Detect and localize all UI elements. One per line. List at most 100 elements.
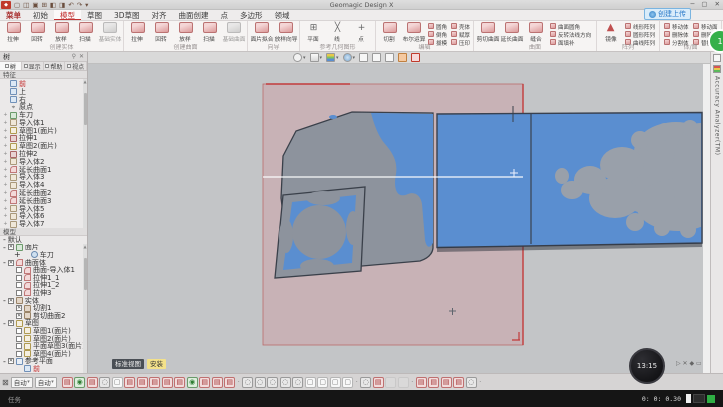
pencil-edit-icon[interactable] [124,377,135,388]
expander-icon[interactable]: + [3,198,8,204]
expander-icon[interactable]: - [3,319,6,328]
separator[interactable] [355,377,359,388]
ribbon-button[interactable]: 布尔运算 [402,22,425,43]
tree-scrollbar[interactable]: ▲ [83,79,87,228]
expander-icon[interactable]: + [3,221,8,227]
expander-icon[interactable]: + [3,213,8,219]
shading-mode-icon[interactable] [62,377,73,388]
brush-paint-icon[interactable] [137,377,148,388]
visibility-checkbox[interactable] [16,282,22,288]
mirror-button[interactable]: ▲镜像 [599,22,622,43]
visibility-checkbox[interactable] [8,358,14,364]
expander-icon[interactable]: + [3,128,8,134]
ribbon-button[interactable]: 回转 [26,22,49,43]
ribbon-button[interactable]: 放样 [50,22,73,43]
ribbon-button[interactable]: ╳线 [326,22,349,43]
zoom-area-icon[interactable] [280,377,291,388]
circle-select-icon[interactable] [466,377,477,388]
ribbon-tab[interactable]: 3D草图 [108,10,146,20]
visibility-checkbox[interactable] [16,351,22,357]
render-mode-icon[interactable] [293,53,302,62]
ribbon-tab[interactable]: 模型 [54,10,81,20]
recording-time-bubble[interactable]: 13:15 [629,348,665,384]
visibility-checkbox[interactable] [8,298,14,304]
cleanup-tool-icon[interactable] [162,377,173,388]
recorder-controls[interactable]: ▷ ✕ ◆ ▭ [676,360,702,367]
expander-icon[interactable]: - [3,296,6,305]
visibility-checkbox[interactable] [8,244,14,250]
ribbon-small-button[interactable]: 壳体 [451,22,471,30]
expander-icon[interactable]: + [3,190,8,196]
3d-scene[interactable] [88,64,710,373]
expander-icon[interactable]: - [3,357,6,366]
tree-item[interactable]: 原点 [0,103,87,111]
recorder-start-button[interactable] [707,395,715,403]
ribbon-small-button[interactable]: 圆形阵列 [625,30,657,38]
boundary-tool-icon[interactable] [199,377,210,388]
ribbon-button[interactable]: 缝合 [524,22,547,43]
ribbon-tab[interactable]: 曲面创建 [173,10,215,20]
ribbon-small-button[interactable]: 反转法线方向 [550,30,594,38]
expander-icon[interactable]: + [3,135,8,141]
tree-item[interactable]: 上 [0,88,87,96]
ribbon-button[interactable]: 延长曲面 [500,22,523,43]
ribbon-tab[interactable]: 菜单 [0,10,27,20]
ribbon-small-button[interactable]: 圆角 [428,22,448,30]
expander-icon[interactable]: + [3,174,8,180]
ribbon-tab[interactable]: 领域 [269,10,296,20]
selection-filter-icon[interactable]: ⊠ [2,378,9,387]
tree-item[interactable]: 右 [0,96,87,104]
sphere-view-icon[interactable] [99,377,110,388]
magnifier-icon[interactable] [292,377,303,388]
panel-tab[interactable]: 视点 [65,62,87,70]
ribbon-small-button[interactable]: 曲面圆角 [550,22,594,30]
tree-item[interactable]: + 导入体7 [0,220,87,228]
close-button[interactable]: ✕ [715,0,720,8]
ribbon-small-button[interactable]: 赋厚 [451,30,471,38]
view-doc-4-icon[interactable] [342,377,353,388]
ribbon-button[interactable]: 基础曲面 [222,22,245,43]
visibility-checkbox[interactable] [16,336,22,342]
capture-tool-icon[interactable] [224,377,235,388]
visibility-checkbox[interactable] [16,275,22,281]
inactive-1-icon[interactable] [385,377,396,388]
user-view-icon[interactable] [441,377,452,388]
expander-icon[interactable]: + [3,151,8,157]
viewport[interactable] [88,52,710,373]
separator[interactable] [237,377,241,388]
cloud-upload-button[interactable]: 创建上传 [644,8,691,20]
expander-icon[interactable]: + [3,143,8,149]
model-tree-item[interactable]: 剪切曲面2 [0,312,87,320]
visibility-checkbox[interactable] [16,305,22,311]
panel-tab[interactable]: 显示 [22,62,44,70]
ribbon-button[interactable]: 拉伸 [126,22,149,43]
tree-item[interactable]: 前 [0,80,87,88]
model-tree-item[interactable]: - 参考平面 [0,358,87,366]
ribbon-button[interactable]: 切割 [378,22,401,43]
globe-icon[interactable] [343,53,352,62]
ribbon-button[interactable]: +点 [350,22,373,43]
ribbon-tab[interactable]: 对齐 [146,10,173,20]
filter-combo-2[interactable]: 自动▾ [35,377,57,388]
expander-icon[interactable]: + [3,182,8,188]
region-select-icon[interactable] [411,53,420,62]
visibility-checkbox[interactable] [16,328,22,334]
ribbon-button[interactable]: 放样 [174,22,197,43]
ribbon-tab[interactable]: 点 [215,10,235,20]
maximize-button[interactable]: ▢ [701,0,707,8]
zoom-in-icon[interactable] [255,377,266,388]
mesh-doc-icon[interactable] [112,377,123,388]
visibility-checkbox[interactable] [16,267,22,273]
ribbon-button[interactable]: 扫描 [198,22,221,43]
ribbon-small-button[interactable]: 倒角 [428,30,448,38]
color-layers-icon[interactable] [326,53,335,62]
dot-icon[interactable] [478,377,482,388]
ribbon-small-button[interactable]: 线形阵列 [625,22,657,30]
profile-view-icon[interactable] [453,377,464,388]
accuracy-analyzer-tab[interactable]: Accuracy Analyzer(TM) [714,76,721,155]
patch-tool-icon[interactable] [187,377,198,388]
recorder-slider[interactable] [686,394,691,403]
ribbon-button[interactable]: 剪切曲面 [476,22,499,43]
expander-icon[interactable]: + [3,112,8,118]
ribbon-button[interactable]: 面片拟合 [250,22,273,43]
